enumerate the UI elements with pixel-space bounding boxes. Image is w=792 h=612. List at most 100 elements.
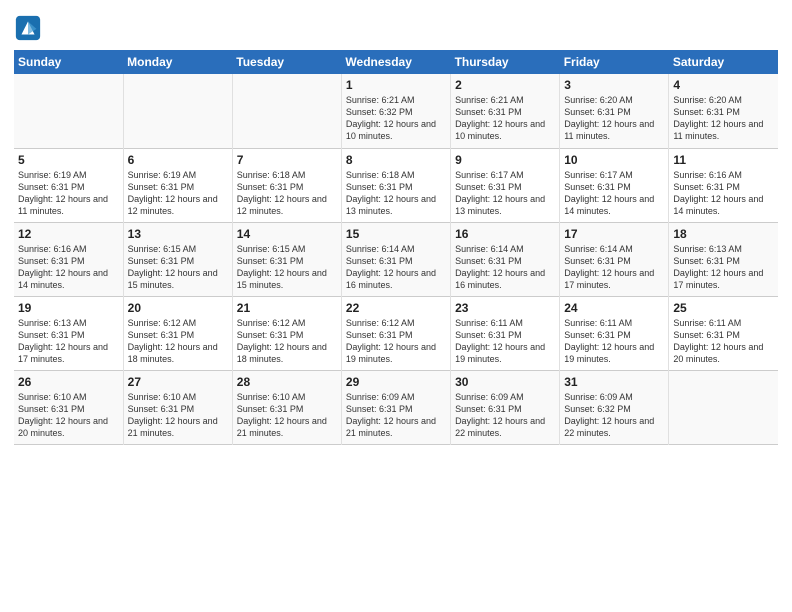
day-number: 12 xyxy=(18,227,119,241)
calendar-cell: 22Sunrise: 6:12 AM Sunset: 6:31 PM Dayli… xyxy=(341,296,450,370)
day-info: Sunrise: 6:16 AM Sunset: 6:31 PM Dayligh… xyxy=(673,169,774,218)
day-number: 26 xyxy=(18,375,119,389)
day-info: Sunrise: 6:19 AM Sunset: 6:31 PM Dayligh… xyxy=(18,169,119,218)
calendar-cell: 20 Sunrise: 6:12 AM Sunset: 6:31 PM Dayli… xyxy=(123,296,232,370)
weekday-header-sunday: Sunday xyxy=(14,50,123,74)
day-info: Sunrise: 6:20 AM Sunset: 6:31 PM Dayligh… xyxy=(564,94,664,143)
day-number: 16 xyxy=(455,227,555,241)
calendar-cell xyxy=(232,74,341,148)
calendar-cell: 13Sunrise: 6:15 AM Sunset: 6:31 PM Dayli… xyxy=(123,222,232,296)
day-info: Sunrise: 6:13 AM Sunset: 6:31 PM Dayligh… xyxy=(673,243,774,292)
day-info: Sunrise: 6:14 AM Sunset: 6:31 PM Dayligh… xyxy=(346,243,446,292)
calendar-cell: 12 Sunrise: 6:16 AM Sunset: 6:31 PM Dayli… xyxy=(14,222,123,296)
calendar-week-row: 19 Sunrise: 6:13 AM Sunset: 6:31 PM Dayli… xyxy=(14,296,778,370)
day-info: Sunrise: 6:12 AM Sunset: 6:31 PM Dayligh… xyxy=(346,317,446,366)
weekday-header-wednesday: Wednesday xyxy=(341,50,450,74)
calendar-week-row: 5 Sunrise: 6:19 AM Sunset: 6:31 PM Daylig… xyxy=(14,148,778,222)
day-number: 21 xyxy=(237,301,337,315)
day-number: 20 xyxy=(128,301,228,315)
day-info: Sunrise: 6:21 AM Sunset: 6:32 PM Dayligh… xyxy=(346,94,446,143)
day-info: Sunrise: 6:11 AM Sunset: 6:31 PM Dayligh… xyxy=(564,317,664,366)
calendar-cell: 27 Sunrise: 6:10 AM Sunset: 6:31 PM Dayli… xyxy=(123,370,232,444)
calendar-cell: 30 Sunrise: 6:09 AM Sunset: 6:31 PM Dayli… xyxy=(451,370,560,444)
day-info: Sunrise: 6:10 AM Sunset: 6:31 PM Dayligh… xyxy=(128,391,228,440)
calendar-cell: 29 Sunrise: 6:09 AM Sunset: 6:31 PM Dayli… xyxy=(341,370,450,444)
day-number: 2 xyxy=(455,78,555,92)
calendar-cell: 15 Sunrise: 6:14 AM Sunset: 6:31 PM Dayli… xyxy=(341,222,450,296)
calendar-cell: 26 Sunrise: 6:10 AM Sunset: 6:31 PM Dayli… xyxy=(14,370,123,444)
calendar-cell: 5 Sunrise: 6:19 AM Sunset: 6:31 PM Daylig… xyxy=(14,148,123,222)
header xyxy=(14,10,778,42)
page-container: SundayMondayTuesdayWednesdayThursdayFrid… xyxy=(0,0,792,455)
day-number: 5 xyxy=(18,153,119,167)
day-info: Sunrise: 6:19 AM Sunset: 6:31 PM Dayligh… xyxy=(128,169,228,218)
day-info: Sunrise: 6:10 AM Sunset: 6:31 PM Dayligh… xyxy=(237,391,337,440)
calendar-table: SundayMondayTuesdayWednesdayThursdayFrid… xyxy=(14,50,778,445)
day-info: Sunrise: 6:11 AM Sunset: 6:31 PM Dayligh… xyxy=(673,317,774,366)
day-info: Sunrise: 6:14 AM Sunset: 6:31 PM Dayligh… xyxy=(455,243,555,292)
day-number: 17 xyxy=(564,227,664,241)
calendar-cell: 9 Sunrise: 6:17 AM Sunset: 6:31 PM Daylig… xyxy=(451,148,560,222)
day-number: 10 xyxy=(564,153,664,167)
logo-icon xyxy=(14,14,42,42)
calendar-cell: 19 Sunrise: 6:13 AM Sunset: 6:31 PM Dayli… xyxy=(14,296,123,370)
calendar-cell: 6 Sunrise: 6:19 AM Sunset: 6:31 PM Daylig… xyxy=(123,148,232,222)
calendar-cell: 23 Sunrise: 6:11 AM Sunset: 6:31 PM Dayli… xyxy=(451,296,560,370)
day-info: Sunrise: 6:12 AM Sunset: 6:31 PM Dayligh… xyxy=(237,317,337,366)
day-number: 14 xyxy=(237,227,337,241)
calendar-body: 1 Sunrise: 6:21 AM Sunset: 6:32 PM Daylig… xyxy=(14,74,778,444)
day-number: 31 xyxy=(564,375,664,389)
day-number: 3 xyxy=(564,78,664,92)
calendar-cell xyxy=(14,74,123,148)
weekday-header-saturday: Saturday xyxy=(669,50,778,74)
calendar-cell xyxy=(669,370,778,444)
day-info: Sunrise: 6:16 AM Sunset: 6:31 PM Dayligh… xyxy=(18,243,119,292)
day-number: 9 xyxy=(455,153,555,167)
day-info: Sunrise: 6:09 AM Sunset: 6:31 PM Dayligh… xyxy=(455,391,555,440)
calendar-cell: 11 Sunrise: 6:16 AM Sunset: 6:31 PM Dayli… xyxy=(669,148,778,222)
day-number: 24 xyxy=(564,301,664,315)
weekday-header-row: SundayMondayTuesdayWednesdayThursdayFrid… xyxy=(14,50,778,74)
calendar-cell: 8Sunrise: 6:18 AM Sunset: 6:31 PM Daylig… xyxy=(341,148,450,222)
calendar-cell: 24 Sunrise: 6:11 AM Sunset: 6:31 PM Dayli… xyxy=(560,296,669,370)
day-number: 6 xyxy=(128,153,228,167)
calendar-cell: 1 Sunrise: 6:21 AM Sunset: 6:32 PM Daylig… xyxy=(341,74,450,148)
day-number: 30 xyxy=(455,375,555,389)
calendar-week-row: 12 Sunrise: 6:16 AM Sunset: 6:31 PM Dayli… xyxy=(14,222,778,296)
day-number: 27 xyxy=(128,375,228,389)
calendar-header: SundayMondayTuesdayWednesdayThursdayFrid… xyxy=(14,50,778,74)
day-info: Sunrise: 6:13 AM Sunset: 6:31 PM Dayligh… xyxy=(18,317,119,366)
day-number: 18 xyxy=(673,227,774,241)
day-info: Sunrise: 6:20 AM Sunset: 6:31 PM Dayligh… xyxy=(673,94,774,143)
day-number: 23 xyxy=(455,301,555,315)
weekday-header-monday: Monday xyxy=(123,50,232,74)
day-info: Sunrise: 6:09 AM Sunset: 6:31 PM Dayligh… xyxy=(346,391,446,440)
day-info: Sunrise: 6:18 AM Sunset: 6:31 PM Dayligh… xyxy=(346,169,446,218)
calendar-cell: 17 Sunrise: 6:14 AM Sunset: 6:31 PM Dayli… xyxy=(560,222,669,296)
weekday-header-tuesday: Tuesday xyxy=(232,50,341,74)
day-number: 7 xyxy=(237,153,337,167)
day-info: Sunrise: 6:15 AM Sunset: 6:31 PM Dayligh… xyxy=(237,243,337,292)
day-info: Sunrise: 6:11 AM Sunset: 6:31 PM Dayligh… xyxy=(455,317,555,366)
calendar-week-row: 1 Sunrise: 6:21 AM Sunset: 6:32 PM Daylig… xyxy=(14,74,778,148)
day-info: Sunrise: 6:17 AM Sunset: 6:31 PM Dayligh… xyxy=(455,169,555,218)
calendar-cell: 18 Sunrise: 6:13 AM Sunset: 6:31 PM Dayli… xyxy=(669,222,778,296)
day-number: 1 xyxy=(346,78,446,92)
weekday-header-friday: Friday xyxy=(560,50,669,74)
calendar-cell xyxy=(123,74,232,148)
day-info: Sunrise: 6:17 AM Sunset: 6:31 PM Dayligh… xyxy=(564,169,664,218)
day-info: Sunrise: 6:12 AM Sunset: 6:31 PM Dayligh… xyxy=(128,317,228,366)
calendar-cell: 28Sunrise: 6:10 AM Sunset: 6:31 PM Dayli… xyxy=(232,370,341,444)
day-number: 13 xyxy=(128,227,228,241)
calendar-cell: 25 Sunrise: 6:11 AM Sunset: 6:31 PM Dayli… xyxy=(669,296,778,370)
day-info: Sunrise: 6:10 AM Sunset: 6:31 PM Dayligh… xyxy=(18,391,119,440)
day-number: 29 xyxy=(346,375,446,389)
calendar-cell: 7Sunrise: 6:18 AM Sunset: 6:31 PM Daylig… xyxy=(232,148,341,222)
day-number: 15 xyxy=(346,227,446,241)
day-number: 11 xyxy=(673,153,774,167)
day-number: 19 xyxy=(18,301,119,315)
day-info: Sunrise: 6:14 AM Sunset: 6:31 PM Dayligh… xyxy=(564,243,664,292)
calendar-cell: 14 Sunrise: 6:15 AM Sunset: 6:31 PM Dayli… xyxy=(232,222,341,296)
day-info: Sunrise: 6:09 AM Sunset: 6:32 PM Dayligh… xyxy=(564,391,664,440)
day-number: 25 xyxy=(673,301,774,315)
